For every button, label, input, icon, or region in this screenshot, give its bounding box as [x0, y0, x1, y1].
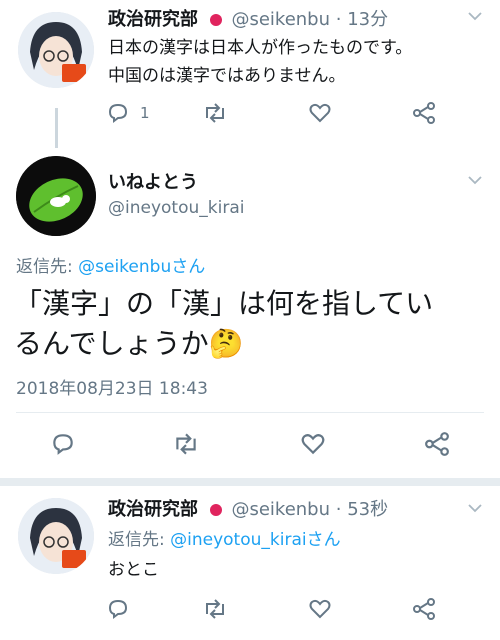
retweet-icon[interactable]: [202, 598, 228, 620]
display-name[interactable]: 政治研究部: [108, 499, 198, 520]
reply-suffix[interactable]: さん: [171, 257, 205, 277]
tweet-header: 政治研究部 @seikenbu · 13分: [108, 8, 388, 32]
retweet-icon[interactable]: [172, 432, 200, 456]
reply-icon[interactable]: [50, 432, 76, 456]
tweet-header: 政治研究部 @seikenbu · 53秒: [108, 498, 388, 522]
avatar[interactable]: [18, 498, 94, 574]
tweet-text-line-2: るんでしょうか🤔: [14, 326, 243, 362]
handle[interactable]: @seikenbu: [231, 9, 330, 30]
handle[interactable]: @seikenbu: [231, 499, 330, 520]
divider: [16, 412, 484, 413]
thinking-emoji: 🤔: [208, 327, 244, 360]
tweet-text-line-2: 中国のは漢字ではありません。: [108, 66, 346, 86]
avatar-image: [16, 156, 96, 236]
like-icon[interactable]: [300, 432, 326, 456]
separator: ·: [335, 9, 342, 30]
section-divider: [0, 478, 500, 486]
like-icon[interactable]: [308, 102, 332, 124]
flag-icon: [209, 504, 222, 516]
reply-context: 返信先: @ineyotou_kiraiさん: [108, 528, 341, 552]
tweet-text-line-2-text: るんでしょうか: [14, 327, 209, 360]
avatar[interactable]: [18, 12, 94, 88]
reply-to-link[interactable]: @seikenbu: [78, 257, 171, 277]
chevron-down-icon[interactable]: [468, 6, 482, 25]
reply-icon[interactable]: [106, 598, 130, 620]
chevron-down-icon[interactable]: [468, 170, 482, 189]
reply-prefix: 返信先:: [16, 257, 73, 277]
share-icon[interactable]: [412, 102, 436, 124]
tweet-text: おとこ: [108, 560, 159, 580]
share-icon[interactable]: [412, 598, 436, 620]
display-name[interactable]: いねよとう: [108, 168, 198, 194]
reply-context: 返信先: @seikenbuさん: [16, 252, 205, 277]
timestamp[interactable]: 13分: [347, 9, 388, 30]
chevron-down-icon[interactable]: [468, 498, 482, 517]
avatar-image: [18, 12, 94, 88]
like-icon[interactable]: [308, 598, 332, 620]
reply-suffix[interactable]: さん: [307, 530, 341, 550]
display-name[interactable]: 政治研究部: [108, 9, 198, 30]
reply-prefix: 返信先:: [108, 530, 165, 550]
flag-icon: [209, 14, 222, 26]
timestamp[interactable]: 53秒: [347, 499, 388, 520]
handle[interactable]: @ineyotou_kirai: [108, 198, 244, 218]
retweet-icon[interactable]: [202, 102, 228, 124]
timestamp[interactable]: 2018年08月23日 18:43: [16, 374, 208, 399]
separator: ·: [335, 499, 342, 520]
tweet-text-line-1: 日本の漢字は日本人が作ったものです。: [108, 38, 413, 58]
thread-line: [55, 108, 58, 148]
reply-count: 1: [140, 104, 150, 122]
tweet-text-line-1: 「漢字」の「漢」は何を指してい: [14, 287, 434, 320]
avatar[interactable]: [16, 156, 96, 236]
reply-to-link[interactable]: @ineyotou_kirai: [170, 530, 306, 550]
share-icon[interactable]: [424, 432, 450, 456]
reply-icon[interactable]: [106, 102, 130, 124]
avatar-image: [18, 498, 94, 574]
